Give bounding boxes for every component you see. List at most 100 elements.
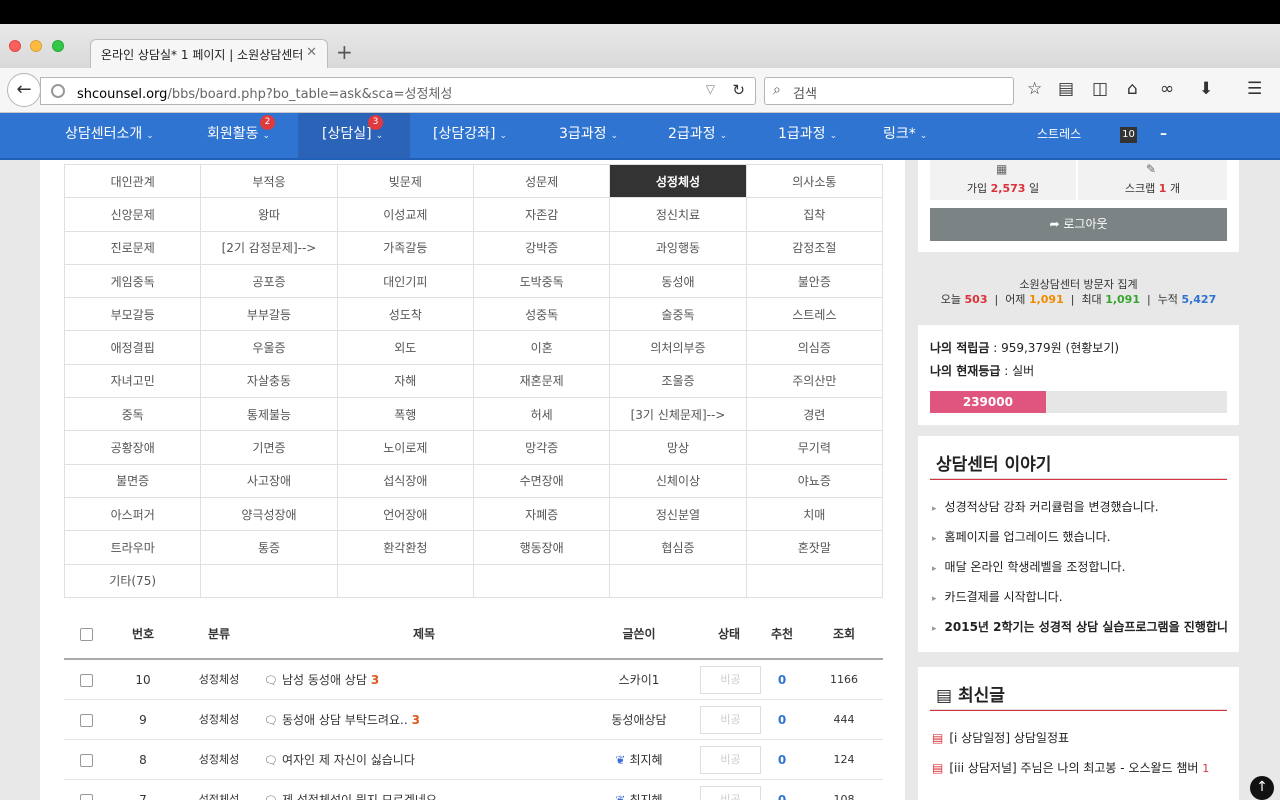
category-link[interactable]: 재혼문제: [472, 363, 611, 399]
star-icon[interactable]: ☆: [1027, 79, 1042, 99]
story-item[interactable]: ▸ 카드결제를 시작합니다.: [932, 588, 1232, 605]
category-link[interactable]: 기면증: [200, 430, 338, 465]
mask-icon[interactable]: ∞: [1160, 79, 1174, 99]
category-link[interactable]: 혼잣말: [745, 530, 884, 565]
post-author[interactable]: ❦ 최지혜: [569, 780, 709, 800]
category-link[interactable]: 사고장애: [200, 463, 338, 498]
logout-button[interactable]: ➦ 로그아웃: [930, 208, 1227, 241]
menu-item-3[interactable]: [상담실] ⌄ 3: [298, 113, 410, 158]
category-link[interactable]: 자살충동: [200, 363, 338, 399]
category-link[interactable]: 중독: [63, 397, 202, 432]
category-link[interactable]: 통증: [200, 530, 338, 565]
category-link[interactable]: 의사소통: [745, 163, 884, 199]
browser-tab[interactable]: 온라인 상담실* 1 페이지 | 소원상담센터 ✕: [90, 39, 328, 69]
category-link[interactable]: 야뇨증: [745, 463, 884, 498]
home-icon[interactable]: ⌂: [1127, 79, 1138, 99]
category-link[interactable]: 게임중독: [63, 263, 202, 299]
category-link[interactable]: 이성교제: [336, 197, 474, 232]
row-checkbox[interactable]: [80, 794, 93, 800]
recent-item[interactable]: ▤ [iii 상담저널] 주님은 나의 최고봉 - 오스왈드 챔버 1: [932, 759, 1232, 776]
story-item[interactable]: ▸ 홈페이지를 업그레이드 했습니다.: [932, 528, 1232, 545]
category-link[interactable]: 부부갈등: [200, 297, 338, 332]
post-category[interactable]: 성정체성: [184, 780, 254, 800]
category-link[interactable]: 언어장애: [336, 496, 474, 532]
category-link[interactable]: 불면증: [63, 463, 202, 498]
reload-icon[interactable]: ↻: [732, 81, 745, 99]
recent-item[interactable]: ▤ [i 상담일정] 상담일정표: [932, 729, 1232, 746]
new-tab-button[interactable]: +: [336, 40, 353, 64]
category-link[interactable]: 왕따: [200, 197, 338, 232]
category-link[interactable]: 공황장애: [63, 430, 202, 465]
dropdown-icon[interactable]: ▽: [706, 82, 715, 96]
story-item[interactable]: ▸ 성경적상담 강좌 커리큘럼을 변경했습니다.: [932, 498, 1232, 515]
category-link[interactable]: 대인기피: [336, 263, 474, 299]
category-link[interactable]: 통제불능: [200, 397, 338, 432]
category-link[interactable]: 행동장애: [472, 530, 611, 565]
category-link[interactable]: 자녀고민: [63, 363, 202, 399]
download-icon[interactable]: ⬇: [1199, 79, 1213, 99]
category-link[interactable]: 성중독: [472, 297, 611, 332]
category-link[interactable]: 도박중독: [472, 263, 611, 299]
menu-item-8[interactable]: 링크* ⌄: [883, 113, 927, 158]
search-input[interactable]: ⌕ 검색: [764, 77, 1014, 105]
category-link[interactable]: 성도착: [336, 297, 474, 332]
post-author[interactable]: 스카이1: [569, 660, 709, 700]
category-link[interactable]: 가족갈등: [336, 230, 474, 265]
menu-icon[interactable]: ☰: [1247, 79, 1262, 99]
category-link[interactable]: 경련: [745, 397, 884, 432]
category-link[interactable]: 강박증: [472, 230, 611, 265]
story-item[interactable]: ▸ 2015년 2학기는 성경적 상담 실습프로그램을 진행합니: [932, 618, 1232, 635]
category-link[interactable]: 트라우마: [63, 530, 202, 565]
category-link[interactable]: 섭식장애: [336, 463, 474, 498]
category-link[interactable]: 협심증: [609, 530, 747, 565]
post-title-link[interactable]: 🗨 여자인 제 자신이 싫습니다: [264, 740, 415, 781]
category-link[interactable]: 진로문제: [63, 230, 202, 265]
close-window-button[interactable]: [9, 40, 21, 52]
category-link[interactable]: 자해: [336, 363, 474, 399]
url-bar[interactable]: shcounsel.org/bbs/board.php?bo_table=ask…: [40, 77, 756, 105]
category-link[interactable]: 집착: [745, 197, 884, 232]
category-link[interactable]: [3기 신체문제]-->: [609, 397, 747, 432]
category-link[interactable]: 술중독: [609, 297, 747, 332]
category-link[interactable]: 정신치료: [609, 197, 747, 232]
post-author[interactable]: 동성애상담: [569, 700, 709, 740]
category-link[interactable]: 망상: [609, 430, 747, 465]
category-link[interactable]: [2기 감정문제]-->: [200, 230, 338, 265]
zoom-window-button[interactable]: [52, 40, 64, 52]
category-link[interactable]: 자존감: [472, 197, 611, 232]
sidebar-icon[interactable]: ◫: [1092, 79, 1108, 99]
category-link[interactable]: 조울증: [609, 363, 747, 399]
menu-item-2[interactable]: 회원활동 ⌄ 2: [207, 113, 275, 158]
points-line[interactable]: 나의 적립금 : 959,379원 (현황보기): [930, 339, 1119, 356]
category-link[interactable]: 신앙문제: [63, 197, 202, 232]
category-link[interactable]: 성문제: [472, 163, 611, 199]
menu-item-1[interactable]: 상담센터소개 ⌄: [65, 113, 154, 158]
category-link[interactable]: 자폐증: [472, 496, 611, 532]
minimize-window-button[interactable]: [30, 40, 42, 52]
category-link[interactable]: 우울증: [200, 330, 338, 365]
category-link[interactable]: 환각환청: [336, 530, 474, 565]
category-link[interactable]: 외도: [336, 330, 474, 365]
post-title-link[interactable]: 🗨 남성 동성애 상담 3: [264, 660, 379, 701]
row-checkbox[interactable]: [80, 674, 93, 687]
row-checkbox[interactable]: [80, 714, 93, 727]
category-link[interactable]: 애정결핍: [63, 330, 202, 365]
select-all-checkbox[interactable]: [80, 628, 93, 641]
category-link[interactable]: 공포증: [200, 263, 338, 299]
close-icon[interactable]: ✕: [306, 45, 317, 60]
post-category[interactable]: 성정체성: [184, 700, 254, 740]
category-link[interactable]: 치매: [745, 496, 884, 532]
menu-item-5[interactable]: 3급과정 ⌄: [559, 113, 618, 158]
category-link[interactable]: 과잉행동: [609, 230, 747, 265]
back-button[interactable]: ←: [7, 73, 41, 107]
menu-item-4[interactable]: [상담강좌] ⌄: [433, 113, 507, 158]
category-link[interactable]: 스트레스: [745, 297, 884, 332]
category-link[interactable]: 부모갈등: [63, 297, 202, 332]
category-link[interactable]: 양극성장애: [200, 496, 338, 532]
post-category[interactable]: 성정체성: [184, 740, 254, 780]
story-item[interactable]: ▸ 매달 온라인 학생레벨을 조정합니다.: [932, 558, 1232, 575]
category-link[interactable]: 정신분열: [609, 496, 747, 532]
collapse-button[interactable]: –: [1160, 113, 1167, 158]
category-link[interactable]: 부적응: [200, 163, 338, 199]
post-author[interactable]: ❦ 최지혜: [569, 740, 709, 780]
